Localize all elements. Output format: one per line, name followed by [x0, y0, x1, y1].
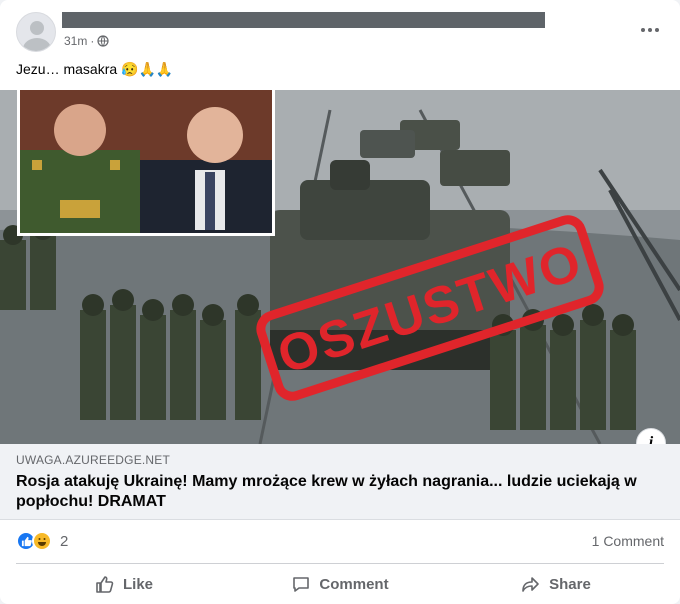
share-label: Share: [549, 575, 591, 593]
post-actions: Like Comment Share: [16, 566, 664, 602]
image-illustration: OSZUSTWO: [0, 90, 680, 444]
reaction-count[interactable]: 2: [60, 533, 68, 550]
post-time[interactable]: 31m: [64, 34, 87, 48]
comment-icon: [293, 577, 310, 592]
comment-button[interactable]: Comment: [232, 566, 448, 602]
like-label: Like: [122, 575, 153, 593]
reactions-summary[interactable]: 2: [16, 530, 68, 552]
post-header: 31m ·: [16, 12, 664, 54]
thumbs-up-icon: [96, 576, 114, 593]
post-card: 31m · Jezu… masakra 😥🙏🙏 OSZUSTWO i UWAGA…: [0, 0, 680, 604]
share-icon: [522, 577, 539, 592]
comments-count[interactable]: 1 Comment: [592, 533, 664, 549]
author-name-redacted[interactable]: [62, 12, 545, 28]
avatar[interactable]: [16, 12, 56, 52]
meta-separator: ·: [90, 34, 95, 48]
share-button[interactable]: Share: [448, 566, 664, 602]
haha-reaction-icon: [32, 531, 52, 551]
avatar-head: [30, 21, 44, 35]
globe-icon[interactable]: [97, 35, 109, 47]
actions-divider: [16, 563, 664, 564]
post-text: Jezu… masakra 😥🙏🙏: [16, 61, 174, 77]
like-button[interactable]: Like: [16, 566, 232, 602]
link-preview[interactable]: UWAGA.AZUREEDGE.NET Rosja atakuję Ukrain…: [0, 444, 680, 520]
link-domain: UWAGA.AZUREEDGE.NET: [16, 453, 171, 467]
post-image[interactable]: OSZUSTWO i: [0, 90, 680, 444]
link-title[interactable]: Rosja atakuję Ukrainę! Mamy mrożące krew…: [16, 472, 656, 512]
post-meta: 31m ·: [64, 34, 109, 48]
avatar-body: [23, 38, 51, 51]
comment-label: Comment: [319, 575, 389, 593]
more-options-icon[interactable]: [636, 18, 664, 42]
